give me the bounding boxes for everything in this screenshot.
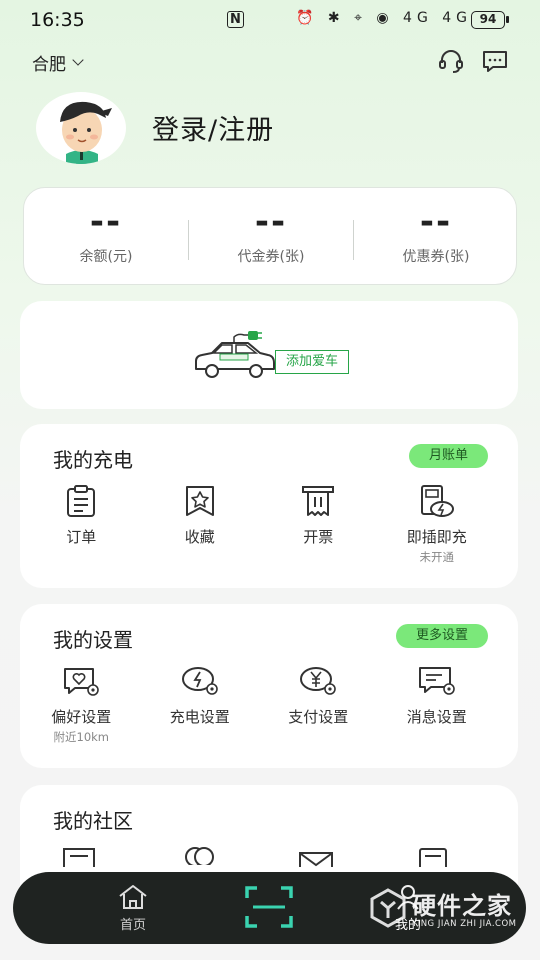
- community-item-icon[interactable]: [62, 847, 96, 867]
- plug-charge-icon: [420, 485, 454, 517]
- balance-label: 余额(元): [79, 249, 133, 265]
- invoice-item[interactable]: 开票: [259, 484, 378, 565]
- add-car-button[interactable]: 添加爱车: [275, 350, 349, 374]
- item-sublabel: 附近10km: [53, 730, 110, 744]
- city-label: 合肥: [32, 55, 66, 75]
- headset-icon[interactable]: [437, 48, 465, 74]
- message-icon[interactable]: [481, 48, 509, 74]
- login-register-link[interactable]: 登录/注册: [152, 108, 274, 147]
- item-label: 即插即充: [406, 528, 467, 546]
- item-label: 开票: [303, 528, 334, 546]
- monthly-bill-button[interactable]: 月账单: [408, 444, 488, 468]
- watermark-text: 硬件之家: [412, 892, 512, 920]
- section-title: 我的充电: [53, 448, 133, 472]
- section-title: 我的社区: [53, 809, 133, 833]
- status-time: 16:35: [30, 9, 85, 31]
- tab-label: 首页: [119, 918, 146, 933]
- coupon-item[interactable]: -- 优惠券(张): [354, 188, 518, 286]
- invoice-icon: [302, 486, 335, 516]
- watermark-logo-icon: [370, 888, 406, 928]
- order-icon: [67, 485, 96, 517]
- item-label: 订单: [66, 528, 97, 546]
- add-car-card[interactable]: 添加爱车: [20, 301, 518, 409]
- tab-home[interactable]: 首页: [113, 884, 153, 933]
- battery-icon: 94: [471, 11, 509, 29]
- community-item-icon[interactable]: [418, 847, 448, 867]
- my-charging-card: 我的充电 月账单 订单 收藏 开票 即插即充 未开通: [20, 424, 518, 588]
- orders-item[interactable]: 订单: [22, 484, 141, 565]
- city-selector[interactable]: 合肥: [32, 50, 84, 75]
- voucher-item[interactable]: -- 代金券(张): [189, 188, 353, 286]
- voucher-value: --: [254, 202, 288, 242]
- scan-icon[interactable]: [245, 886, 293, 928]
- community-item-icon[interactable]: [298, 851, 334, 867]
- item-label: 收藏: [184, 528, 215, 546]
- status-bar: 16:35 N ⏰ ✱ ⌖ ◉ 4G 4G 94: [0, 0, 540, 40]
- charge-settings-icon: [181, 667, 218, 695]
- balance-card: -- 余额(元) -- 代金券(张) -- 优惠券(张): [23, 187, 517, 285]
- nfc-icon: N: [227, 11, 244, 28]
- item-label: 支付设置: [288, 708, 349, 726]
- my-settings-card: 我的设置 更多设置 偏好设置 附近10km 充电设置 支付设置 消息设置: [20, 604, 518, 768]
- voucher-label: 代金券(张): [237, 249, 305, 265]
- car-icon: [195, 331, 275, 378]
- favorite-icon: [185, 486, 214, 516]
- chevron-down-icon: [72, 54, 84, 66]
- item-label: 充电设置: [169, 708, 230, 726]
- preference-settings-item[interactable]: 偏好设置 附近10km: [22, 664, 141, 745]
- payment-settings-icon: [300, 667, 337, 695]
- avatar[interactable]: [36, 92, 126, 164]
- community-item-icon[interactable]: [182, 845, 216, 865]
- watermark-subtext: YING JIAN ZHI JIA.COM: [412, 919, 517, 929]
- status-icons: ⏰ ✱ ⌖ ◉ 4G 4G: [296, 10, 473, 26]
- item-label: 消息设置: [406, 708, 467, 726]
- avatar-icon: [60, 101, 112, 164]
- message-settings-icon: [418, 667, 455, 695]
- item-sublabel: 未开通: [419, 550, 455, 564]
- watermark: 硬件之家 YING JIAN ZHI JIA.COM: [370, 886, 540, 936]
- coupon-label: 优惠券(张): [402, 249, 470, 265]
- section-title: 我的设置: [53, 628, 133, 652]
- payment-settings-item[interactable]: 支付设置: [259, 664, 378, 745]
- item-label: 偏好设置: [51, 708, 112, 726]
- home-icon: [119, 885, 147, 909]
- coupon-value: --: [419, 202, 453, 242]
- preference-icon: [64, 668, 100, 696]
- balance-value: --: [89, 202, 123, 242]
- favorites-item[interactable]: 收藏: [141, 484, 260, 565]
- charge-settings-item[interactable]: 充电设置: [141, 664, 260, 745]
- balance-item[interactable]: -- 余额(元): [24, 188, 188, 286]
- more-settings-button[interactable]: 更多设置: [395, 624, 488, 648]
- plug-charge-item[interactable]: 即插即充 未开通: [378, 484, 497, 565]
- message-settings-item[interactable]: 消息设置: [378, 664, 497, 745]
